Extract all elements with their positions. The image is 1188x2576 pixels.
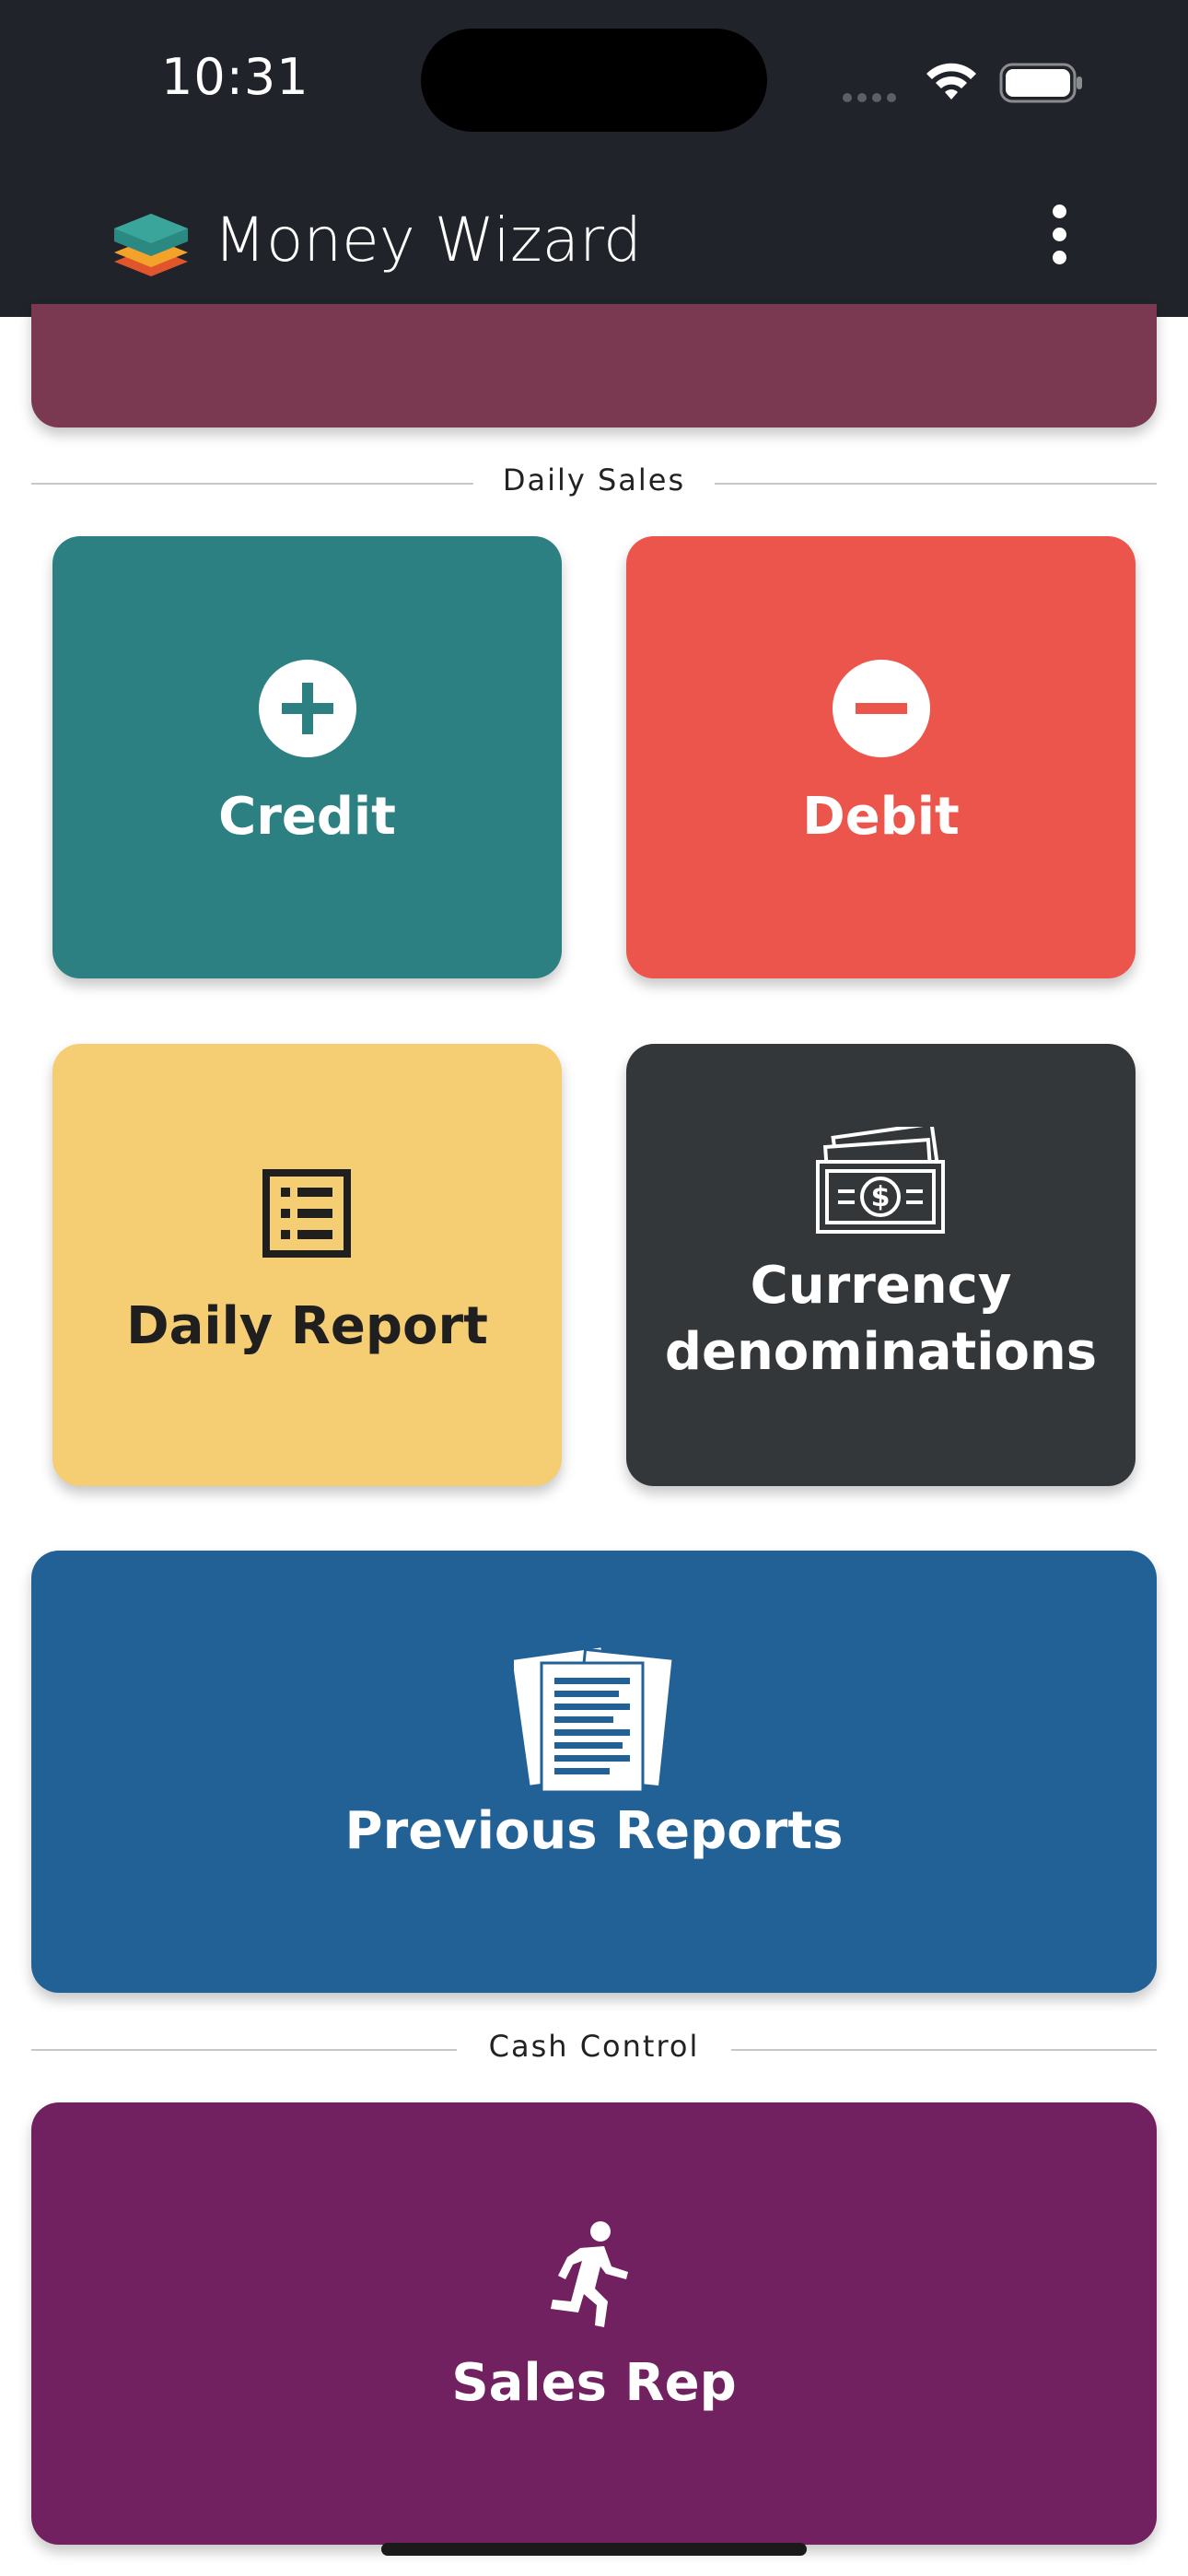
app-title: Money Wizard	[214, 205, 642, 275]
plus-circle-icon	[259, 660, 356, 757]
credit-button[interactable]: Credit	[52, 536, 562, 978]
currency-label-line1: Currency	[750, 1256, 1012, 1316]
status-time: 10:31	[161, 48, 309, 106]
section-label: Cash Control	[488, 2029, 700, 2064]
currency-label-line2: denominations	[664, 1322, 1098, 1382]
app-logo-icon	[114, 214, 188, 276]
previous-reports-label: Previous Reports	[344, 1801, 844, 1861]
running-person-icon	[551, 2221, 628, 2327]
section-divider-daily-sales: Daily Sales	[31, 455, 1157, 510]
daily-report-button[interactable]: Daily Report	[52, 1044, 562, 1486]
documents-icon	[514, 1645, 674, 1794]
sales-rep-button[interactable]: Sales Rep	[31, 2102, 1157, 2545]
previous-reports-button[interactable]: Previous Reports	[31, 1551, 1157, 1993]
minus-circle-icon	[833, 660, 930, 757]
battery-icon	[999, 63, 1082, 103]
dynamic-island	[421, 29, 767, 132]
daily-report-label: Daily Report	[126, 1296, 488, 1356]
partial-card[interactable]	[31, 304, 1157, 427]
credit-label: Credit	[218, 787, 396, 847]
debit-button[interactable]: Debit	[626, 536, 1136, 978]
section-label: Daily Sales	[502, 463, 686, 498]
banknotes-icon: $	[816, 1127, 945, 1234]
svg-text:$: $	[871, 1181, 891, 1213]
sales-rep-label: Sales Rep	[451, 2353, 737, 2413]
list-icon	[262, 1169, 351, 1258]
section-divider-cash-control: Cash Control	[31, 2021, 1157, 2077]
debit-label: Debit	[802, 787, 960, 847]
more-options-icon[interactable]	[1039, 205, 1079, 278]
wifi-icon	[926, 63, 976, 100]
cellular-signal-icon	[843, 88, 907, 102]
home-indicator[interactable]	[381, 2543, 807, 2556]
currency-denominations-button[interactable]: $ Currency denominations	[626, 1044, 1136, 1486]
